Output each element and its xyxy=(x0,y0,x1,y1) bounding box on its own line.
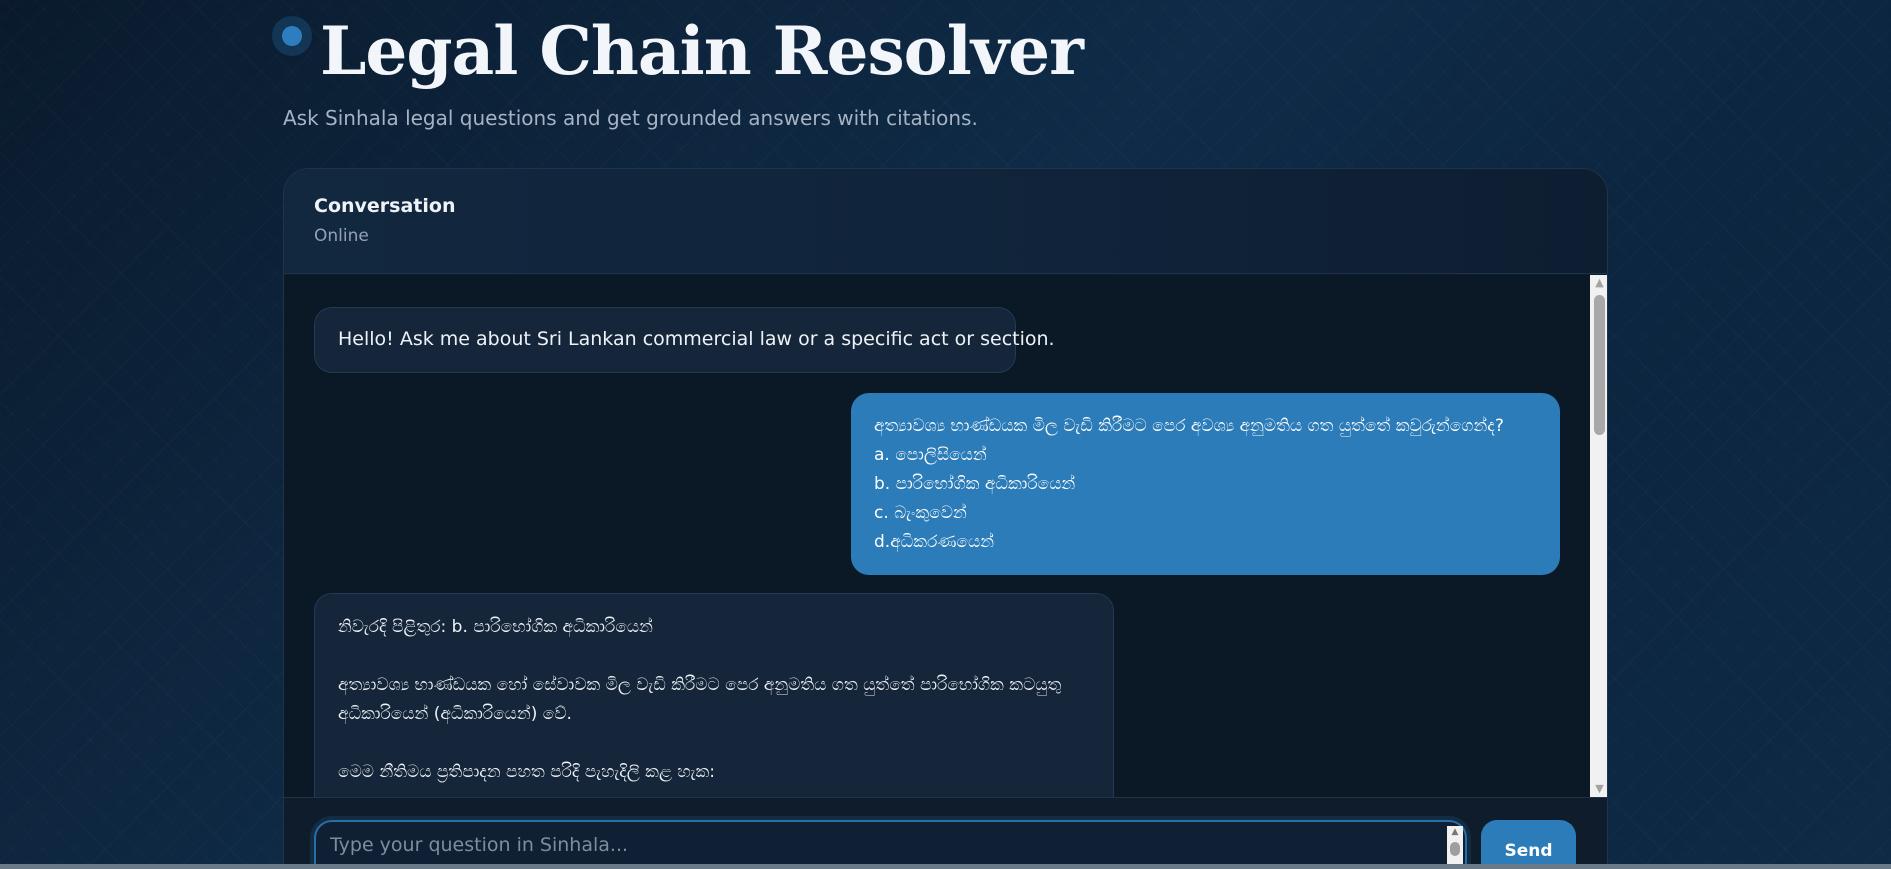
input-scroll-up-icon[interactable]: ▲ xyxy=(1447,826,1463,838)
answer-line: අධිකාරියෙන් (අධිකාරියෙන්) වේ. xyxy=(338,704,572,724)
input-scrollbar[interactable]: ▲ ▼ xyxy=(1447,826,1463,869)
message-list[interactable]: Hello! Ask me about Sri Lankan commercia… xyxy=(284,275,1590,797)
scroll-down-arrow-icon[interactable]: ▼ xyxy=(1590,781,1607,797)
chat-panel: Conversation Online Hello! Ask me about … xyxy=(283,168,1608,869)
scrollbar-thumb[interactable] xyxy=(1594,295,1605,435)
user-option-d: d.අධිකරණයෙන් xyxy=(874,532,995,552)
answer-line: නිවැරදි පිළිතුර: b. පාරිභෝගික අධිකාරියෙන… xyxy=(338,617,653,637)
chat-status: Online xyxy=(314,226,369,246)
user-question-text: අත්‍යාවශ්‍ය භාණ්ඩයක මිල වැඩි කිරීමට පෙර … xyxy=(874,416,1504,436)
page-title: Legal Chain Resolver xyxy=(320,12,1084,90)
window-bottom-edge xyxy=(0,864,1891,869)
bot-message-answer: නිවැරදි පිළිතුර: b. පාරිභෝගික අධිකාරියෙන… xyxy=(314,593,1114,797)
user-option-a: a. පොලිසියෙන් xyxy=(874,445,987,465)
question-input[interactable] xyxy=(330,834,1430,868)
composer: ▲ ▼ Send xyxy=(284,797,1607,869)
status-dot-icon xyxy=(272,16,312,56)
answer-line: අත්‍යාවශ්‍ය භාණ්ඩයක හෝ සේවාවක මිල වැඩි ක… xyxy=(338,675,1062,695)
message-scrollbar[interactable]: ▲ ▼ xyxy=(1590,275,1607,797)
page-subtitle: Ask Sinhala legal questions and get grou… xyxy=(283,106,978,130)
answer-line: මෙම නීතිමය ප්‍රතිපාදන පහත පරිදි පැහැදිලි… xyxy=(338,762,716,782)
send-button[interactable]: Send xyxy=(1481,820,1576,869)
user-message: අත්‍යාවශ්‍ය භාණ්ඩයක මිල වැඩි කිරීමට පෙර … xyxy=(851,393,1560,575)
chat-title: Conversation xyxy=(314,195,456,217)
app-header: Legal Chain Resolver Ask Sinhala legal q… xyxy=(0,0,1891,165)
input-scrollbar-thumb[interactable] xyxy=(1450,842,1460,856)
scroll-up-arrow-icon[interactable]: ▲ xyxy=(1590,275,1607,291)
user-option-c: c. බැංකුවෙන් xyxy=(874,503,967,523)
question-input-wrapper: ▲ ▼ xyxy=(314,820,1467,869)
user-option-b: b. පාරිභෝගික අධිකාරියෙන් xyxy=(874,474,1076,494)
bot-message-greeting: Hello! Ask me about Sri Lankan commercia… xyxy=(314,307,1055,373)
chat-header: Conversation Online xyxy=(284,169,1607,274)
